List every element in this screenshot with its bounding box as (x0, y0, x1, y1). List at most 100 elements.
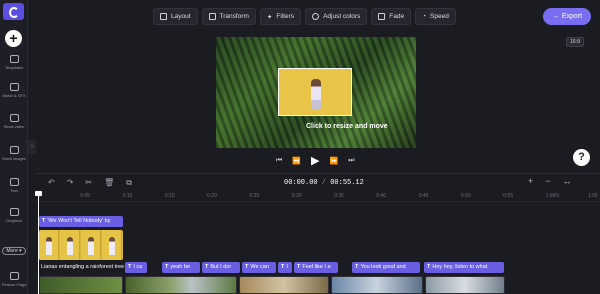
current-time: 00:00.00 (284, 179, 318, 187)
background-video-clip[interactable] (125, 276, 237, 294)
caption-clip[interactable]: T Hey hey, listen to what (424, 262, 504, 273)
text-icon: T (245, 264, 249, 270)
text-icon: T (297, 264, 301, 270)
layout-label: Layout (171, 13, 191, 20)
skip-start-icon[interactable]: ⏮ (276, 157, 282, 165)
collapse-sidebar-handle[interactable]: › (28, 140, 36, 154)
sidebar-item-label: Text (10, 188, 18, 193)
zoom-out-icon[interactable]: − (545, 176, 550, 186)
more-label: More (6, 248, 18, 254)
play-icon[interactable]: ▶ (311, 154, 319, 167)
ruler-tick: 0:35 (334, 193, 344, 199)
text-icon: T (165, 264, 169, 270)
redo-icon[interactable]: ↷ (67, 178, 74, 188)
delete-icon[interactable]: 🗑 (104, 178, 114, 188)
text-icon: T (355, 264, 359, 270)
duplicate-icon[interactable]: ⧉ (126, 178, 132, 188)
filters-button[interactable]: ✦ Filters (259, 8, 302, 25)
fast-forward-icon[interactable]: ⏩ (330, 157, 339, 165)
overlay-clip-frame[interactable] (278, 68, 352, 116)
adjust-colors-button[interactable]: Adjust colors (305, 8, 368, 25)
sidebar-item-text[interactable]: Text (0, 178, 28, 193)
caption-clip[interactable]: T Feel like I a (294, 262, 338, 273)
timeline-ruler[interactable]: 0 0:05 0:10 0:15 0:20 0:25 0:30 0:35 0:40 0:45 0:5… (36, 192, 600, 202)
split-icon[interactable]: ✂ (85, 178, 92, 188)
timeline-tools: ↶ ↷ ✂ 🗑 ⧉ (48, 178, 132, 188)
export-arrow-icon: → (551, 13, 559, 20)
sidebar-item-graphics[interactable]: Graphics (0, 208, 28, 223)
caption-label: Hey hey, listen to what (432, 264, 488, 270)
sidebar-item-label: Stock images (1, 156, 26, 161)
sidebar-item-feature-flags[interactable]: Feature Flags (0, 272, 28, 287)
sidebar-item-stock-images[interactable]: Stock images (0, 146, 28, 161)
add-media-button[interactable]: + (5, 30, 22, 47)
caption-label: I (286, 264, 288, 270)
transform-label: Transform (219, 13, 249, 20)
background-video-clip[interactable] (331, 276, 423, 294)
adjust-colors-label: Adjust colors (323, 13, 361, 20)
caption-clip[interactable]: T But I dor (202, 262, 240, 273)
ruler-tick: 1 MIN (545, 193, 559, 199)
timeline-header: ↶ ↷ ✂ 🗑 ⧉ 00:00.00 / 00:55.12 + − ↔ (36, 173, 600, 191)
preview-hint: Click to resize and move (306, 123, 388, 130)
caption-label: But I dor (210, 264, 232, 270)
zoom-controls: + − ↔ (528, 176, 572, 186)
video-editor: + Templates Music & SFX Stock video Stoc… (0, 0, 600, 294)
time-separator: / (317, 179, 331, 187)
speed-button[interactable]: ◔ Speed (415, 8, 456, 25)
skip-end-icon[interactable]: ⏭ (348, 157, 354, 165)
video-preview[interactable]: Click to resize and move (216, 37, 416, 148)
caption-clip[interactable]: Tyeah be (162, 262, 200, 273)
fade-button[interactable]: Fade (371, 8, 412, 25)
caption-label: I ca (133, 264, 143, 270)
transform-button[interactable]: Transform (201, 8, 256, 25)
playhead[interactable] (35, 191, 42, 294)
text-icon: T (205, 264, 209, 270)
text-icon (9, 178, 19, 186)
speed-label: Speed (430, 13, 449, 20)
caption-clip[interactable]: TI (278, 262, 292, 273)
text-icon: T (427, 264, 431, 270)
layout-button[interactable]: Layout (153, 8, 198, 25)
more-button[interactable]: More ▾ (2, 247, 26, 255)
caption-clip[interactable]: T We can (242, 262, 276, 273)
clip-toolbar: Layout Transform ✦ Filters Adjust colors … (153, 8, 456, 25)
ruler-tick: 0:55 (503, 193, 514, 199)
ruler-tick: 0:25 (249, 193, 260, 199)
text-icon: T (42, 218, 46, 224)
title-clip-label: 'We Won't Tell Nobody' by (47, 218, 111, 224)
sidebar-item-music[interactable]: Music & SFX (0, 83, 28, 98)
undo-icon[interactable]: ↶ (48, 178, 55, 188)
ruler-tick: 0:15 (164, 193, 175, 199)
video-frame (60, 230, 80, 260)
rewind-icon[interactable]: ⏪ (292, 157, 301, 165)
ruler-tick: 0:50 (461, 193, 471, 199)
timecode: 00:00.00 / 00:55.12 (284, 179, 364, 187)
ruler-tick: 0:20 (207, 193, 217, 199)
playback-controls: ⏮ ⏪ ▶ ⏩ ⏭ (276, 154, 355, 167)
background-video-clip[interactable] (39, 276, 123, 294)
sidebar-item-label: Feature Flags (1, 282, 27, 287)
video-clip[interactable] (39, 230, 123, 260)
person-image (311, 79, 321, 109)
aspect-ratio-button[interactable]: 16:9 (566, 37, 584, 47)
background-video-label: Lianas entangling a rainforest tree (41, 264, 125, 270)
sidebar: + Templates Music & SFX Stock video Stoc… (0, 0, 28, 294)
background-video-clip[interactable] (239, 276, 329, 294)
sidebar-item-stock-video[interactable]: Stock video (0, 114, 28, 129)
fade-label: Fade (389, 13, 405, 20)
caption-label: Feel like I a (302, 264, 331, 270)
caption-clip[interactable]: TI ca (125, 262, 147, 273)
background-video-clip[interactable] (425, 276, 505, 294)
app-logo[interactable] (3, 3, 24, 20)
fade-icon (378, 13, 386, 20)
zoom-in-icon[interactable]: + (528, 176, 533, 186)
sparkle-icon: ✦ (266, 13, 273, 21)
export-button[interactable]: → Export (543, 8, 591, 25)
fit-icon[interactable]: ↔ (563, 176, 572, 186)
video-frame (102, 230, 122, 260)
sidebar-item-templates[interactable]: Templates (0, 55, 28, 70)
title-text-clip[interactable]: T 'We Won't Tell Nobody' by (39, 216, 123, 227)
help-button[interactable]: ? (573, 149, 590, 166)
caption-clip[interactable]: T You look good and (352, 262, 420, 273)
